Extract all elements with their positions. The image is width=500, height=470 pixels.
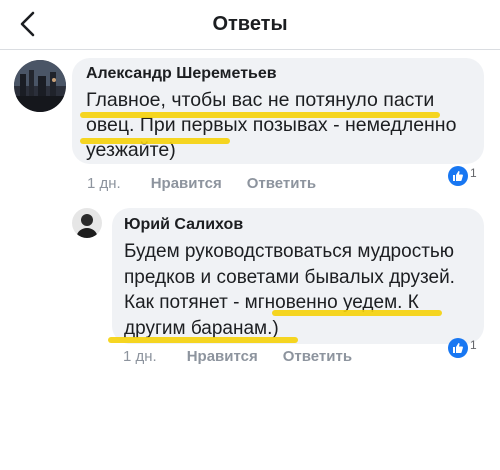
comment-author[interactable]: Александр Шереметьев — [86, 64, 484, 84]
header: Ответы — [0, 0, 500, 50]
comment-text: Будем руководствоваться мудростью предко… — [124, 239, 484, 341]
comment-author[interactable]: Юрий Салихов — [124, 215, 484, 235]
like-button[interactable]: Нравится — [151, 175, 222, 192]
comment-line: предков и советами бывалых друзей. — [124, 266, 455, 288]
comment-bubble: Александр Шереметьев Главное, чтобы вас … — [72, 58, 484, 164]
comment-actions: 1 дн. Нравится Ответить — [87, 175, 341, 192]
comment-line: Главное, чтобы вас не потянуло пасти — [86, 89, 435, 111]
reply-button[interactable]: Ответить — [283, 348, 352, 365]
avatar[interactable] — [72, 208, 102, 238]
comment-bubble: Юрий Салихов Будем руководствоваться муд… — [112, 208, 484, 344]
thumbs-up-icon — [448, 338, 468, 358]
reply-button[interactable]: Ответить — [247, 175, 316, 192]
like-button[interactable]: Нравится — [187, 348, 258, 365]
highlight-stroke — [108, 337, 298, 343]
reaction-count: 1 — [470, 166, 477, 180]
reaction-count: 1 — [470, 338, 477, 352]
comment-actions: 1 дн. Нравится Ответить — [123, 348, 377, 365]
comment-age: 1 дн. — [123, 348, 157, 365]
reaction-summary[interactable]: 1 — [448, 166, 477, 186]
reaction-summary[interactable]: 1 — [448, 338, 477, 358]
comment-age: 1 дн. — [87, 175, 121, 192]
avatar[interactable] — [14, 60, 66, 112]
thumbs-up-icon — [448, 166, 468, 186]
highlight-stroke — [272, 310, 442, 316]
comment-text: Главное, чтобы вас не потянуло пасти ове… — [86, 88, 484, 163]
avatar-image — [14, 60, 66, 112]
highlight-stroke — [80, 112, 440, 118]
page-title: Ответы — [212, 13, 288, 35]
comment-line: Будем руководствоваться мудростью — [124, 241, 455, 262]
avatar-image — [72, 208, 102, 238]
highlight-stroke — [80, 138, 230, 144]
